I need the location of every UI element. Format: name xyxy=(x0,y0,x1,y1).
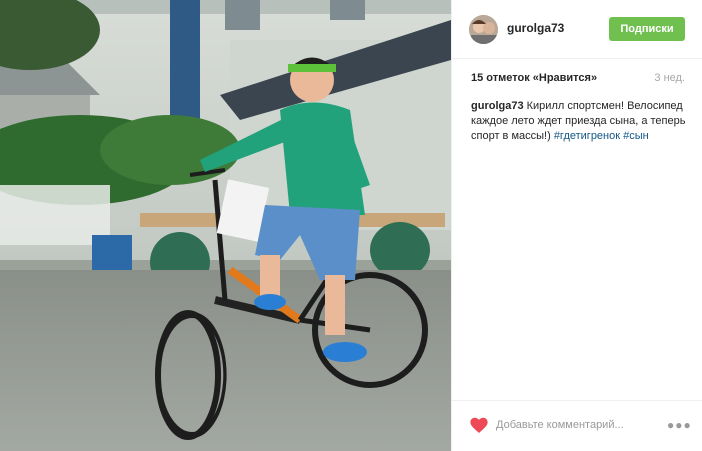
comment-bar: ●●● xyxy=(452,400,702,451)
comment-input[interactable] xyxy=(496,415,656,435)
post-photo[interactable] xyxy=(0,0,451,451)
author-username[interactable]: gurolga73 xyxy=(507,21,564,35)
caption-username[interactable]: gurolga73 xyxy=(471,100,524,112)
avatar[interactable] xyxy=(469,15,498,44)
post-side-panel: gurolga73 Подписки 15 отметок «Нравится»… xyxy=(451,0,702,451)
heart-icon[interactable] xyxy=(470,417,488,434)
follow-button[interactable]: Подписки xyxy=(609,17,685,41)
photo-boy-on-bicycle xyxy=(0,0,451,451)
post-caption: gurolga73 Кирилл спортсмен! Велосипед ка… xyxy=(471,99,693,144)
likes-count[interactable]: 15 отметок «Нравится» xyxy=(471,72,597,84)
hashtag-link[interactable]: #сын xyxy=(623,130,649,142)
post-header: gurolga73 Подписки xyxy=(452,0,702,59)
hashtag-link[interactable]: #гдетигренок xyxy=(554,130,620,142)
post-card: gurolga73 Подписки 15 отметок «Нравится»… xyxy=(0,0,702,451)
post-timestamp[interactable]: 3 нед. xyxy=(654,72,685,84)
more-options-icon[interactable]: ●●● xyxy=(667,419,691,431)
avatar-photo-icon xyxy=(469,15,498,44)
